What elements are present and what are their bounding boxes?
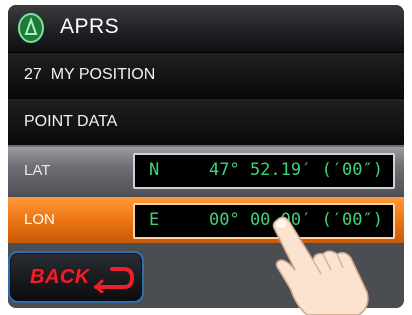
kenwood-circle-logo-icon [18,13,44,43]
lat-value: 47° 52.19′ (′00″) [209,160,383,180]
lon-hemisphere: E [149,210,160,230]
back-button-label: BACK [30,266,90,288]
lat-label: LAT [24,162,51,179]
latitude-row[interactable]: LAT N 47° 52.19′ (′00″) [8,147,404,195]
menu-item-label: POINT DATA [24,113,118,130]
menu-item-label: 27 MY POSITION [24,66,156,83]
pointing-hand-icon [272,216,369,315]
latitude-field[interactable]: N 47° 52.19′ (′00″) [133,153,395,189]
back-button[interactable]: BACK [8,251,144,303]
page-title: APRS [60,15,120,38]
menu-item-my-position[interactable]: 27 MY POSITION [8,53,404,99]
menu-item-point-data[interactable]: POINT DATA [8,99,404,147]
lon-label: LON [24,211,55,228]
lat-hemisphere: N [149,160,160,180]
title-bar: APRS [8,5,404,53]
return-arrow-icon [94,267,135,293]
